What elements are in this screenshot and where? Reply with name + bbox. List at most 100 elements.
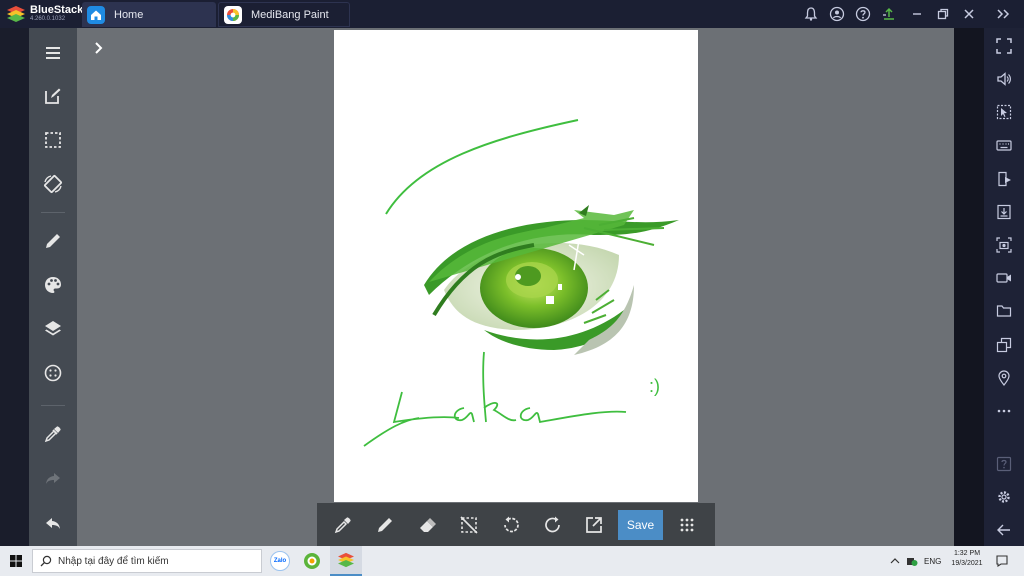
multi-instance-button[interactable] [992, 333, 1016, 357]
edit-box-icon [45, 88, 61, 104]
expand-sidebar-icon[interactable] [995, 6, 1011, 22]
materials-button[interactable] [29, 357, 77, 389]
bluestacks-icon [338, 552, 354, 568]
clock[interactable]: 1:32 PM 19/3/2021 [946, 550, 988, 567]
search-icon [40, 555, 52, 567]
bluestacks-taskbar-button[interactable] [330, 546, 362, 576]
pen-button[interactable] [29, 225, 77, 257]
bell-icon[interactable] [803, 6, 819, 22]
bottom-action-bar: Save [317, 503, 715, 546]
external-link-icon [586, 517, 602, 533]
notification-icon[interactable] [996, 555, 1008, 567]
camera-icon [996, 237, 1012, 253]
install-apk-button[interactable] [992, 167, 1016, 191]
right-sidebar [984, 28, 1024, 546]
pencil-icon [46, 234, 60, 248]
toolbar-divider [41, 212, 65, 213]
undo-button[interactable] [29, 507, 77, 539]
taskbar-search-input[interactable]: Nhập tại đây để tìm kiếm [32, 549, 262, 573]
bluestacks-logo-icon [7, 6, 25, 22]
back-button[interactable] [992, 518, 1016, 542]
color-button[interactable] [29, 269, 77, 301]
more-options-button[interactable] [992, 399, 1016, 423]
menu-button[interactable] [29, 37, 77, 69]
right-frame [954, 28, 984, 546]
language-indicator[interactable]: ENG [924, 557, 941, 566]
eye-drawing: :) [363, 119, 679, 447]
rotate-left-icon [504, 516, 519, 533]
account-icon[interactable] [829, 6, 845, 22]
browser-taskbar-button[interactable] [302, 551, 322, 571]
toolbar-divider [41, 405, 65, 406]
brow-stroke [385, 119, 579, 215]
windows-start-icon[interactable] [10, 555, 22, 567]
apk-icon [998, 171, 1011, 187]
media-folder-button[interactable] [992, 299, 1016, 323]
screen-rotation-icon [44, 175, 62, 193]
clock-date: 19/3/2021 [951, 560, 983, 567]
save-button[interactable]: Save [618, 510, 663, 540]
selection-button[interactable] [29, 124, 77, 156]
folder-icon [996, 305, 1012, 317]
screenshot-button[interactable] [992, 233, 1016, 257]
windows-taskbar: Nhập tại đây để tìm kiếm Zalo ENG 1:32 P… [0, 546, 1024, 576]
rotate-left-button[interactable] [497, 511, 525, 539]
rotate-right-icon [545, 516, 560, 533]
coc-coc-browser-icon [304, 553, 320, 569]
restore-icon[interactable] [935, 6, 951, 22]
volume-icon [997, 72, 1011, 86]
eyedropper-tool-button[interactable] [329, 511, 357, 539]
pointer-button[interactable] [992, 100, 1016, 124]
chevron-right-icon[interactable] [93, 41, 105, 55]
help-button[interactable] [992, 452, 1016, 476]
deselect-icon [460, 516, 478, 534]
tab-home[interactable]: Home [82, 2, 216, 27]
medibang-app-icon [224, 5, 242, 24]
more-tools-button[interactable] [673, 511, 701, 539]
apk-download-button[interactable] [992, 200, 1016, 224]
keyboard-button[interactable] [992, 133, 1016, 157]
rotate-right-button[interactable] [539, 511, 567, 539]
eyedropper-icon [334, 517, 351, 534]
selection-icon [45, 132, 61, 148]
palette-icon [45, 277, 61, 293]
fullscreen-icon [996, 38, 1012, 54]
fullscreen-button[interactable] [992, 34, 1016, 58]
zalo-label: Zalo [273, 558, 287, 564]
drawing-canvas[interactable]: :) [334, 30, 698, 502]
close-icon[interactable] [961, 6, 977, 22]
zalo-taskbar-button[interactable]: Zalo [270, 551, 290, 571]
pencil-icon [378, 518, 392, 532]
multi-window-icon [996, 337, 1012, 353]
edit-button[interactable] [29, 80, 77, 112]
brush-tool-button[interactable] [371, 511, 399, 539]
home-icon [87, 5, 105, 24]
location-button[interactable] [992, 366, 1016, 390]
title-bar: BlueStacks 4.260.0.1032 Home MediBang Pa… [0, 0, 1024, 28]
tab-home-label: Home [114, 8, 144, 21]
video-camera-icon [996, 273, 1011, 283]
volume-button[interactable] [992, 67, 1016, 91]
minimize-icon[interactable] [909, 6, 925, 22]
deselect-button[interactable] [455, 511, 483, 539]
settings-button[interactable] [992, 485, 1016, 509]
share-button[interactable] [580, 511, 608, 539]
tab-medibang[interactable]: MediBang Paint [218, 2, 350, 27]
layers-button[interactable] [29, 313, 77, 345]
smiley-text: :) [649, 376, 660, 396]
more-dots-icon [997, 409, 1011, 413]
app-brand: BlueStacks [30, 4, 90, 16]
help-icon[interactable] [855, 6, 871, 22]
security-tray-icon[interactable] [906, 555, 918, 567]
chevron-up-icon[interactable] [890, 557, 900, 565]
redo-button[interactable] [29, 462, 77, 494]
eraser-tool-button[interactable] [413, 511, 441, 539]
undo-arrow-icon [46, 518, 60, 529]
eyedropper-button[interactable] [29, 418, 77, 450]
gear-icon [998, 491, 1010, 503]
rotate-view-button[interactable] [29, 168, 77, 200]
app-version: 4.260.0.1032 [30, 16, 66, 22]
record-button[interactable] [992, 266, 1016, 290]
redo-arrow-icon [46, 473, 60, 484]
update-icon[interactable] [881, 6, 897, 22]
